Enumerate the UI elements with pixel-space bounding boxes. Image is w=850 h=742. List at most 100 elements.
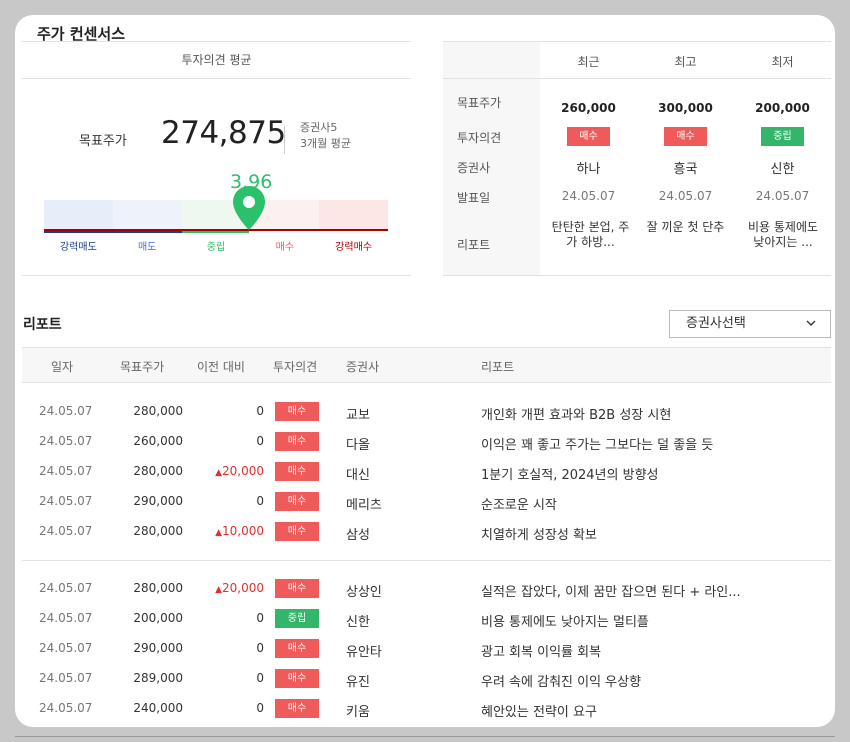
row-label-target: 목표주가 bbox=[457, 96, 502, 110]
table-row[interactable]: 24.05.07 280,000 0 매수 교보 개인화 개편 효과와 B2B 성장 시현 bbox=[22, 397, 831, 427]
low-opinion: 중립 bbox=[734, 127, 831, 146]
row-target: 280,000 bbox=[133, 581, 183, 595]
row-date: 24.05.07 bbox=[39, 671, 93, 685]
row-opinion: 중립 bbox=[275, 609, 319, 628]
low-broker[interactable]: 신한 bbox=[734, 158, 831, 177]
scale-sell bbox=[112, 200, 182, 229]
row-change: 0 bbox=[194, 671, 264, 685]
row-label-date: 발표일 bbox=[457, 191, 491, 205]
consensus-card: 주가 컨센서스 투자의견 평균 목표주가 274,875 증권사5 3개월 평균… bbox=[15, 15, 835, 727]
row-change-value: 10,000 bbox=[222, 524, 264, 538]
row-opinion: 매수 bbox=[275, 462, 319, 481]
row-change-value: 0 bbox=[256, 611, 264, 625]
row-label-opinion: 투자의견 bbox=[457, 131, 502, 145]
divider bbox=[284, 126, 285, 154]
row-broker: 신한 bbox=[346, 615, 370, 630]
opinion-scale bbox=[44, 200, 388, 231]
low-report-link[interactable]: 비용 통제에도 낮아지는 ... bbox=[741, 220, 825, 250]
row-target: 280,000 bbox=[133, 524, 183, 538]
recent-broker[interactable]: 하나 bbox=[540, 158, 637, 177]
row-report-link[interactable]: 개인화 개편 효과와 B2B 성장 시현 bbox=[481, 404, 671, 423]
broker-select[interactable]: 증권사선택 bbox=[669, 310, 831, 338]
scale-sell-line bbox=[44, 231, 182, 233]
row-date: 24.05.07 bbox=[39, 494, 93, 508]
average-period: 3개월 평균 bbox=[300, 137, 351, 150]
row-label-report: 리포트 bbox=[457, 238, 491, 252]
row-report-link[interactable]: 이익은 꽤 좋고 주가는 그보다는 덜 좋을 듯 bbox=[481, 434, 713, 453]
recent-report-link[interactable]: 탄탄한 본업, 주가 하방... bbox=[550, 220, 631, 250]
th-broker: 증권사 bbox=[346, 360, 380, 374]
row-opinion: 매수 bbox=[275, 669, 319, 688]
opinion-summary-header: 투자의견 평균 bbox=[22, 42, 411, 79]
row-broker: 상상인 bbox=[346, 585, 382, 600]
row-change-value: 0 bbox=[256, 404, 264, 418]
table-row[interactable]: 24.05.07 290,000 0 매수 유안타 광고 회복 이익률 회복 bbox=[22, 634, 831, 664]
table-row[interactable]: 24.05.07 289,000 0 매수 유진 우려 속에 감춰진 이익 우상향 bbox=[22, 664, 831, 694]
row-report-link[interactable]: 실적은 잡았다, 이제 꿈만 잡으면 된다 + 라인... bbox=[481, 581, 741, 600]
row-change: 0 bbox=[194, 611, 264, 625]
opinion-badge: 매수 bbox=[275, 669, 319, 688]
row-opinion: 매수 bbox=[275, 639, 319, 658]
table-row[interactable]: 24.05.07 260,000 0 매수 다올 이익은 꽤 좋고 주가는 그보다는 덜 … bbox=[22, 427, 831, 457]
opinion-badge: 중립 bbox=[275, 609, 319, 628]
high-price: 300,000 bbox=[658, 101, 713, 115]
high-broker[interactable]: 흥국 bbox=[637, 158, 734, 177]
table-row[interactable]: 24.05.07 290,000 0 매수 메리츠 순조로운 시작 bbox=[22, 487, 831, 517]
opinion-badge: 매수 bbox=[275, 402, 319, 421]
row-broker: 메리츠 bbox=[346, 498, 382, 513]
scale-label-strong-buy: 강력매수 bbox=[335, 242, 372, 253]
row-date: 24.05.07 bbox=[39, 701, 93, 715]
row-report-link[interactable]: 광고 회복 이익률 회복 bbox=[481, 641, 601, 660]
row-report-link[interactable]: 혜안있는 전략이 요구 bbox=[481, 701, 597, 720]
report-section-title: 리포트 bbox=[23, 317, 62, 333]
chevron-down-icon bbox=[806, 320, 816, 326]
th-date: 일자 bbox=[51, 360, 74, 374]
table-row[interactable]: 24.05.07 280,000 ▲20,000 매수 대신 1분기 호실적, 2024년… bbox=[22, 457, 831, 487]
scale-hold-line bbox=[182, 231, 249, 233]
target-price-meta: 증권사5 3개월 평균 bbox=[300, 120, 351, 152]
row-change: 0 bbox=[194, 701, 264, 715]
opinion-badge: 매수 bbox=[664, 127, 707, 146]
row-opinion: 매수 bbox=[275, 522, 319, 541]
table-row[interactable]: 24.05.07 280,000 ▲20,000 매수 상상인 실적은 잡았다, 이제 꿈… bbox=[22, 574, 831, 604]
table-row[interactable]: 24.05.07 200,000 0 중립 신한 비용 통제에도 낮아지는 멀티플 bbox=[22, 604, 831, 634]
opinion-badge: 매수 bbox=[275, 492, 319, 511]
opinion-badge: 중립 bbox=[761, 127, 804, 146]
row-change: ▲20,000 bbox=[194, 581, 264, 595]
row-report-link[interactable]: 치열하게 성장성 확보 bbox=[481, 524, 597, 543]
table-row[interactable]: 24.05.07 240,000 0 매수 키움 혜안있는 전략이 요구 bbox=[22, 694, 831, 724]
opinion-badge: 매수 bbox=[275, 522, 319, 541]
row-report-link[interactable]: 우려 속에 감춰진 이익 우상향 bbox=[481, 671, 641, 690]
scale-label-buy: 매수 bbox=[275, 242, 294, 253]
scale-labels: 강력매도 매도 중립 매수 강력매수 bbox=[44, 238, 388, 253]
row-date: 24.05.07 bbox=[39, 464, 93, 478]
col-low: 최저 bbox=[771, 55, 794, 69]
row-broker: 다올 bbox=[346, 438, 370, 453]
high-opinion: 매수 bbox=[637, 127, 734, 146]
row-opinion: 매수 bbox=[275, 432, 319, 451]
scale-strong-buy bbox=[319, 200, 388, 229]
row-date: 24.05.07 bbox=[39, 611, 93, 625]
recent-price: 260,000 bbox=[561, 101, 616, 115]
th-report: 리포트 bbox=[481, 360, 515, 374]
up-triangle-icon: ▲ bbox=[215, 468, 222, 478]
row-broker: 키움 bbox=[346, 705, 370, 720]
row-change-value: 0 bbox=[256, 494, 264, 508]
table-row[interactable]: 24.05.07 280,000 ▲10,000 매수 삼성 치열하게 성장성 확보 bbox=[22, 517, 831, 547]
location-pin-icon bbox=[233, 186, 265, 230]
row-report-link[interactable]: 순조로운 시작 bbox=[481, 494, 557, 513]
high-report-link[interactable]: 잘 끼운 첫 단추 bbox=[645, 220, 726, 235]
scale-label-strong-sell: 강력매도 bbox=[59, 242, 97, 253]
row-change-value: 0 bbox=[256, 671, 264, 685]
row-change-value: 0 bbox=[256, 434, 264, 448]
row-broker: 대신 bbox=[346, 468, 370, 483]
opinion-badge: 매수 bbox=[275, 579, 319, 598]
opinion-badge: 매수 bbox=[275, 462, 319, 481]
row-opinion: 매수 bbox=[275, 402, 319, 421]
row-target: 280,000 bbox=[133, 404, 183, 418]
row-report-link[interactable]: 비용 통제에도 낮아지는 멀티플 bbox=[481, 611, 649, 630]
high-date: 24.05.07 bbox=[658, 189, 713, 203]
opinion-badge: 매수 bbox=[567, 127, 610, 146]
broker-count: 증권사5 bbox=[300, 121, 338, 134]
row-report-link[interactable]: 1분기 호실적, 2024년의 방향성 bbox=[481, 464, 658, 483]
